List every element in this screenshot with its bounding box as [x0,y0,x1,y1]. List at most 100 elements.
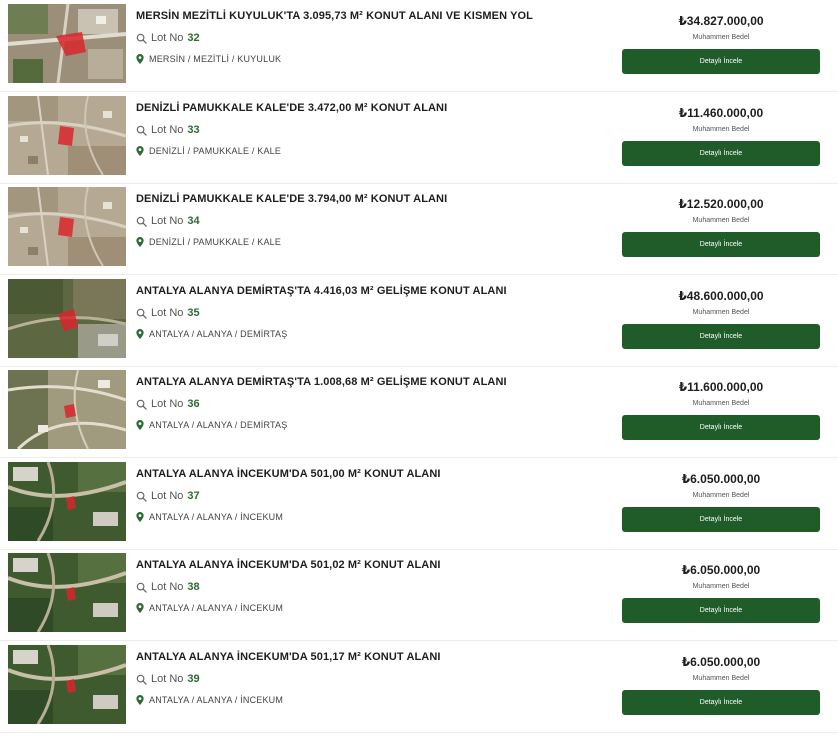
lot-number: 37 [187,490,200,502]
location-text: DENİZLİ / PAMUKKALE / KALE [149,146,282,156]
location-text: ANTALYA / ALANYA / İNCEKUM [149,603,284,613]
details-button[interactable]: Detaylı İncele [622,507,820,532]
lot-number: 34 [187,215,200,227]
details-button[interactable]: Detaylı İncele [622,690,820,715]
listing-row: ANTALYA ALANYA İNCEKUM'DA 501,17 M² KONU… [0,641,838,733]
map-pin-icon [136,54,144,64]
listing-thumbnail[interactable] [8,370,126,449]
details-button[interactable]: Detaylı İncele [622,141,820,166]
listing-title[interactable]: ANTALYA ALANYA DEMİRTAŞ'TA 4.416,03 M² G… [136,285,606,297]
location: ANTALYA / ALANYA / DEMİRTAŞ [136,329,287,339]
estimate-label: Muhammen Bedel [692,400,750,407]
lot-info: Lot No 35 [136,307,200,319]
price: ₺11.460.000,00 [678,106,764,120]
estimate-label: Muhammen Bedel [692,583,750,590]
location-text: MERSİN / MEZİTLİ / KUYULUK [149,54,282,64]
listing-row: MERSİN MEZİTLİ KUYULUK'TA 3.095,73 M² KO… [0,0,838,92]
listing-title[interactable]: ANTALYA ALANYA İNCEKUM'DA 501,17 M² KONU… [136,651,606,663]
lot-label: Lot No [151,215,184,227]
listing-row: ANTALYA ALANYA İNCEKUM'DA 501,00 M² KONU… [0,458,838,550]
lot-info: Lot No 33 [136,124,200,136]
location-text: ANTALYA / ALANYA / İNCEKUM [149,512,284,522]
location-text: DENİZLİ / PAMUKKALE / KALE [149,237,282,247]
location: MERSİN / MEZİTLİ / KUYULUK [136,54,281,64]
listing-title[interactable]: MERSİN MEZİTLİ KUYULUK'TA 3.095,73 M² KO… [136,10,606,22]
location: ANTALYA / ALANYA / DEMİRTAŞ [136,420,287,430]
listing-thumbnail[interactable] [8,96,126,175]
price: ₺6.050.000,00 [681,655,761,669]
location: DENİZLİ / PAMUKKALE / KALE [136,237,281,247]
estimate-label: Muhammen Bedel [692,492,750,499]
details-button[interactable]: Detaylı İncele [622,324,820,349]
lot-number: 36 [187,398,200,410]
lot-number: 32 [187,32,200,44]
lot-info: Lot No 36 [136,398,200,410]
lot-number: 35 [187,307,200,319]
estimate-label: Muhammen Bedel [692,217,750,224]
map-pin-icon [136,512,144,522]
search-icon [136,582,147,593]
price: ₺6.050.000,00 [681,472,761,486]
price: ₺11.600.000,00 [678,380,764,394]
search-icon [136,674,147,685]
lot-label: Lot No [151,673,184,685]
lot-info: Lot No 32 [136,32,200,44]
location-text: ANTALYA / ALANYA / DEMİRTAŞ [149,420,288,430]
listing-title[interactable]: DENİZLİ PAMUKKALE KALE'DE 3.472,00 M² KO… [136,102,606,114]
map-pin-icon [136,237,144,247]
search-icon [136,491,147,502]
location: ANTALYA / ALANYA / İNCEKUM [136,603,283,613]
listing-title[interactable]: ANTALYA ALANYA İNCEKUM'DA 501,02 M² KONU… [136,559,606,571]
lot-info: Lot No 37 [136,490,200,502]
details-button[interactable]: Detaylı İncele [622,49,820,74]
lot-number: 39 [187,673,200,685]
listing-row: ANTALYA ALANYA DEMİRTAŞ'TA 4.416,03 M² G… [0,275,838,367]
lot-label: Lot No [151,124,184,136]
map-pin-icon [136,695,144,705]
location: DENİZLİ / PAMUKKALE / KALE [136,146,281,156]
search-icon [136,216,147,227]
map-pin-icon [136,603,144,613]
listing-title[interactable]: DENİZLİ PAMUKKALE KALE'DE 3.794,00 M² KO… [136,193,606,205]
price: ₺34.827.000,00 [678,14,764,28]
price: ₺6.050.000,00 [681,563,761,577]
details-button[interactable]: Detaylı İncele [622,232,820,257]
lot-number: 38 [187,581,200,593]
lot-label: Lot No [151,581,184,593]
search-icon [136,308,147,319]
search-icon [136,33,147,44]
location: ANTALYA / ALANYA / İNCEKUM [136,512,283,522]
lot-label: Lot No [151,490,184,502]
listing-thumbnail[interactable] [8,645,126,724]
location-text: ANTALYA / ALANYA / İNCEKUM [149,695,284,705]
location: ANTALYA / ALANYA / İNCEKUM [136,695,283,705]
listing-thumbnail[interactable] [8,553,126,632]
lot-number: 33 [187,124,200,136]
listing-thumbnail[interactable] [8,279,126,358]
lot-info: Lot No 38 [136,581,200,593]
listing-row: ANTALYA ALANYA DEMİRTAŞ'TA 1.008,68 M² G… [0,366,838,458]
details-button[interactable]: Detaylı İncele [622,415,820,440]
lot-label: Lot No [151,32,184,44]
listing-thumbnail[interactable] [8,462,126,541]
lot-label: Lot No [151,398,184,410]
listing-title[interactable]: ANTALYA ALANYA İNCEKUM'DA 501,00 M² KONU… [136,468,606,480]
listing-row: DENİZLİ PAMUKKALE KALE'DE 3.472,00 M² KO… [0,92,838,184]
listing-title[interactable]: ANTALYA ALANYA DEMİRTAŞ'TA 1.008,68 M² G… [136,376,606,388]
listing-thumbnail[interactable] [8,4,126,83]
listing-thumbnail[interactable] [8,187,126,266]
location-text: ANTALYA / ALANYA / DEMİRTAŞ [149,329,288,339]
search-icon [136,125,147,136]
estimate-label: Muhammen Bedel [692,34,750,41]
lot-info: Lot No 34 [136,215,200,227]
map-pin-icon [136,146,144,156]
listing-list: MERSİN MEZİTLİ KUYULUK'TA 3.095,73 M² KO… [0,0,838,738]
listing-row: DENİZLİ PAMUKKALE KALE'DE 3.794,00 M² KO… [0,183,838,275]
price: ₺12.520.000,00 [678,197,764,211]
listing-row: ANTALYA ALANYA İNCEKUM'DA 501,02 M² KONU… [0,549,838,641]
lot-info: Lot No 39 [136,673,200,685]
map-pin-icon [136,329,144,339]
lot-label: Lot No [151,307,184,319]
details-button[interactable]: Detaylı İncele [622,598,820,623]
price: ₺48.600.000,00 [678,289,764,303]
